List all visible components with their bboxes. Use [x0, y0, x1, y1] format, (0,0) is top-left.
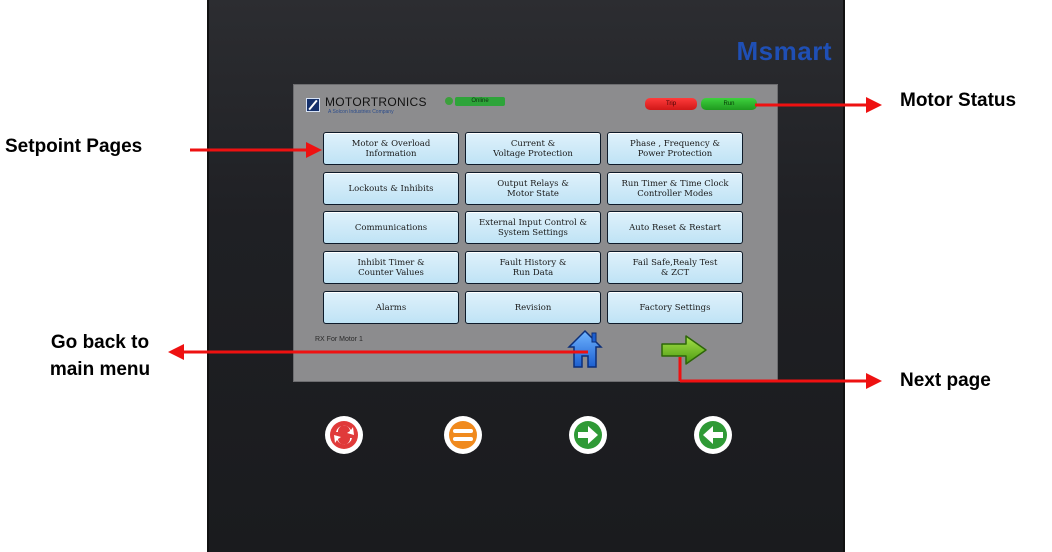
- callout-go-back-line1: Go back to: [50, 332, 150, 353]
- callout-arrows: [168, 97, 882, 389]
- callout-next-page: Next page: [900, 370, 991, 391]
- callout-motor-status: Motor Status: [900, 90, 1017, 111]
- callout-go-back-line2: main menu: [49, 359, 151, 380]
- callout-setpoint-pages: Setpoint Pages: [5, 136, 143, 157]
- callout-go-back: Go back to main menu: [35, 329, 165, 383]
